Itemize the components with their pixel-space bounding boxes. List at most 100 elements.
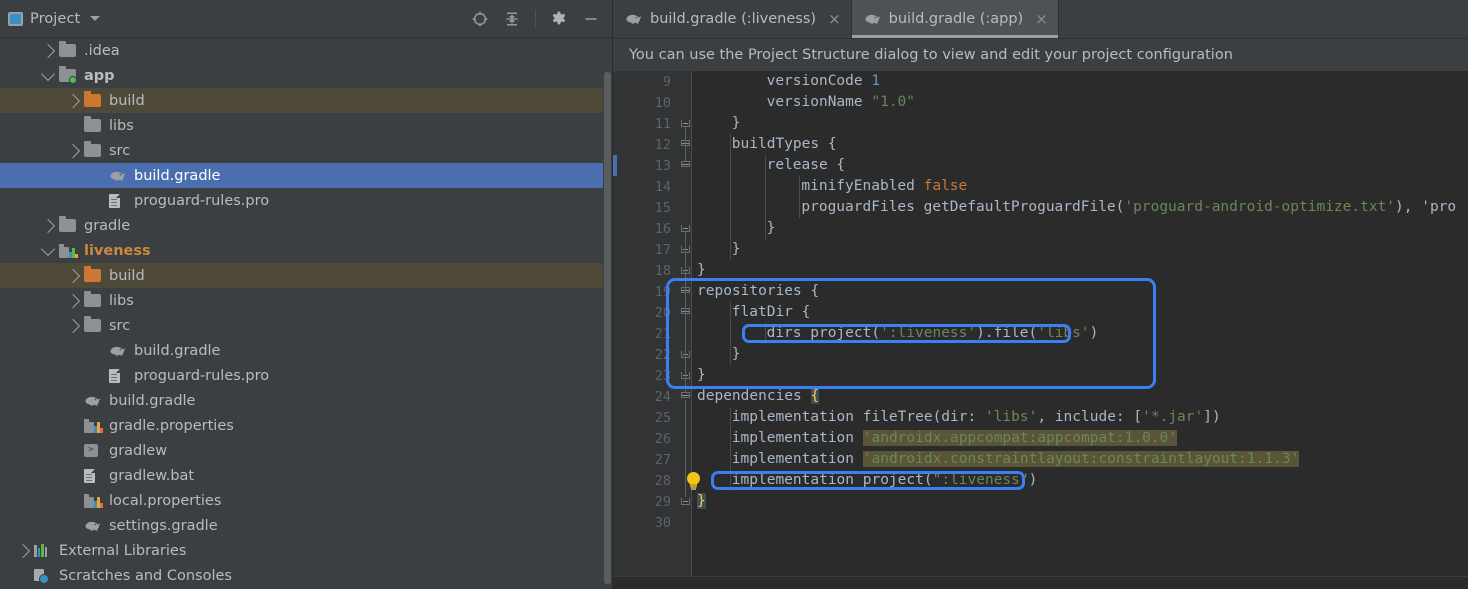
- code-line[interactable]: 24 dependencies {: [613, 386, 1468, 407]
- line-number[interactable]: 25: [613, 410, 671, 426]
- code-line[interactable]: 16}: [613, 218, 1468, 239]
- indent-guide: [764, 155, 766, 239]
- line-number[interactable]: 24: [613, 389, 671, 405]
- editor-tab-liveness[interactable]: build.gradle (:liveness) ×: [613, 0, 852, 38]
- chevron-right-icon[interactable]: [62, 293, 84, 308]
- line-number[interactable]: 11: [613, 116, 671, 132]
- code-line[interactable]: 23}: [613, 365, 1468, 386]
- code-line[interactable]: 13 release {: [613, 155, 1468, 176]
- tree-item-gradlew-bat[interactable]: gradlew.bat: [0, 463, 612, 488]
- line-number[interactable]: 16: [613, 221, 671, 237]
- chevron-right-icon[interactable]: [62, 143, 84, 158]
- chevron-right-icon[interactable]: [37, 43, 59, 58]
- tree-item-gradle[interactable]: gradle: [0, 213, 612, 238]
- tree-item-settings-gradle[interactable]: settings.gradle: [0, 513, 612, 538]
- code-line[interactable]: 28 implementation project(":liveness"): [613, 470, 1468, 491]
- chevron-down-icon[interactable]: [37, 241, 59, 256]
- chevron-right-icon[interactable]: [62, 93, 84, 108]
- editor-scrollbar-vertical[interactable]: [1456, 142, 1468, 589]
- code-editor[interactable]: 9 versionCode 1 10 versionName "1.0" 11} 12 bu…: [613, 71, 1468, 589]
- project-tree-scrollbar[interactable]: [603, 38, 612, 589]
- file-icon: [84, 468, 102, 484]
- line-number[interactable]: 27: [613, 452, 671, 468]
- tree-item-build[interactable]: build: [0, 263, 612, 288]
- gear-icon[interactable]: [550, 10, 568, 28]
- line-number[interactable]: 13: [613, 158, 671, 174]
- code-line[interactable]: 15 proguardFiles getDefaultProguardFile('…: [613, 197, 1468, 218]
- code-line[interactable]: 17}: [613, 239, 1468, 260]
- tree-item-build-gradle[interactable]: build.gradle: [0, 163, 612, 188]
- project-tree-scrollbar-thumb[interactable]: [604, 72, 611, 584]
- locate-icon[interactable]: [471, 10, 489, 28]
- code-line[interactable]: 27 implementation 'androidx.constraintlay…: [613, 449, 1468, 470]
- editor-scrollbar-horizontal[interactable]: [613, 576, 1468, 589]
- code-line[interactable]: 14 minifyEnabled false: [613, 176, 1468, 197]
- chevron-right-icon[interactable]: [12, 543, 34, 558]
- line-number[interactable]: 28: [613, 473, 671, 489]
- line-number[interactable]: 22: [613, 347, 671, 363]
- tree-item-scratches-and-consoles[interactable]: Scratches and Consoles: [0, 563, 612, 588]
- line-number[interactable]: 23: [613, 368, 671, 384]
- line-number[interactable]: 19: [613, 284, 671, 300]
- tree-item-idea[interactable]: .idea: [0, 38, 612, 63]
- line-number[interactable]: 12: [613, 137, 671, 153]
- code-line[interactable]: 26 implementation 'androidx.appcompat:app…: [613, 428, 1468, 449]
- code-line[interactable]: 18}: [613, 260, 1468, 281]
- code-line[interactable]: 12 buildTypes {: [613, 134, 1468, 155]
- line-number[interactable]: 21: [613, 326, 671, 342]
- editor-tab-app[interactable]: build.gradle (:app) ×: [851, 0, 1059, 38]
- line-number[interactable]: 20: [613, 305, 671, 321]
- tree-item-build-gradle[interactable]: build.gradle: [0, 338, 612, 363]
- tree-item-proguard-rules-pro[interactable]: proguard-rules.pro: [0, 363, 612, 388]
- tree-item-src[interactable]: src: [0, 313, 612, 338]
- fold-marker-icon[interactable]: [681, 120, 690, 127]
- fold-marker-icon[interactable]: [681, 225, 690, 232]
- tree-item-liveness[interactable]: liveness: [0, 238, 612, 263]
- line-number[interactable]: 15: [613, 200, 671, 216]
- close-icon[interactable]: ×: [828, 11, 841, 27]
- tree-item-build[interactable]: build: [0, 88, 612, 113]
- chevron-right-icon[interactable]: [62, 268, 84, 283]
- chevron-down-icon[interactable]: [90, 16, 101, 21]
- tree-item-proguard-rules-pro[interactable]: proguard-rules.pro: [0, 188, 612, 213]
- tree-item-build-gradle[interactable]: build.gradle: [0, 388, 612, 413]
- line-number[interactable]: 26: [613, 431, 671, 447]
- chevron-right-icon[interactable]: [37, 218, 59, 233]
- minimize-icon[interactable]: [582, 10, 600, 28]
- line-number[interactable]: 18: [613, 263, 671, 279]
- tree-item-gradle-properties[interactable]: gradle.properties: [0, 413, 612, 438]
- fold-marker-icon[interactable]: [681, 498, 690, 505]
- collapse-all-icon[interactable]: [503, 10, 521, 28]
- line-number[interactable]: 9: [613, 74, 671, 90]
- code-line[interactable]: 10 versionName "1.0": [613, 92, 1468, 113]
- tree-item-gradlew[interactable]: > gradlew: [0, 438, 612, 463]
- tree-item-libs[interactable]: libs: [0, 288, 612, 313]
- project-title-button[interactable]: Project: [8, 11, 101, 27]
- code-line[interactable]: 19 repositories {: [613, 281, 1468, 302]
- line-number[interactable]: 14: [613, 179, 671, 195]
- line-number[interactable]: 17: [613, 242, 671, 258]
- code-line[interactable]: 9 versionCode 1: [613, 71, 1468, 92]
- code-line[interactable]: 22}: [613, 344, 1468, 365]
- code-line[interactable]: 25 implementation fileTree(dir: 'libs', i…: [613, 407, 1468, 428]
- code-line[interactable]: 30: [613, 512, 1468, 533]
- tree-item-external-libraries[interactable]: External Libraries: [0, 538, 612, 563]
- tree-item-src[interactable]: src: [0, 138, 612, 163]
- chevron-down-icon[interactable]: [37, 66, 59, 81]
- tree-item-app[interactable]: app: [0, 63, 612, 88]
- editor-tab-bar[interactable]: build.gradle (:liveness) × build.gradle (:…: [613, 0, 1468, 39]
- lightbulb-icon[interactable]: [686, 472, 701, 491]
- code-line[interactable]: 21 dirs project(':liveness').file('libs'): [613, 323, 1468, 344]
- project-tree[interactable]: .idea app build libs src build.gradle proguard…: [0, 38, 612, 589]
- tree-item-libs[interactable]: libs: [0, 113, 612, 138]
- line-number[interactable]: 29: [613, 494, 671, 510]
- fold-marker-icon[interactable]: [681, 161, 690, 170]
- tree-item-local-properties[interactable]: local.properties: [0, 488, 612, 513]
- code-line[interactable]: 20 flatDir {: [613, 302, 1468, 323]
- code-line[interactable]: 11}: [613, 113, 1468, 134]
- line-number[interactable]: 30: [613, 515, 671, 531]
- close-icon[interactable]: ×: [1035, 11, 1048, 27]
- line-number[interactable]: 10: [613, 95, 671, 111]
- code-line[interactable]: 29}: [613, 491, 1468, 512]
- chevron-right-icon[interactable]: [62, 318, 84, 333]
